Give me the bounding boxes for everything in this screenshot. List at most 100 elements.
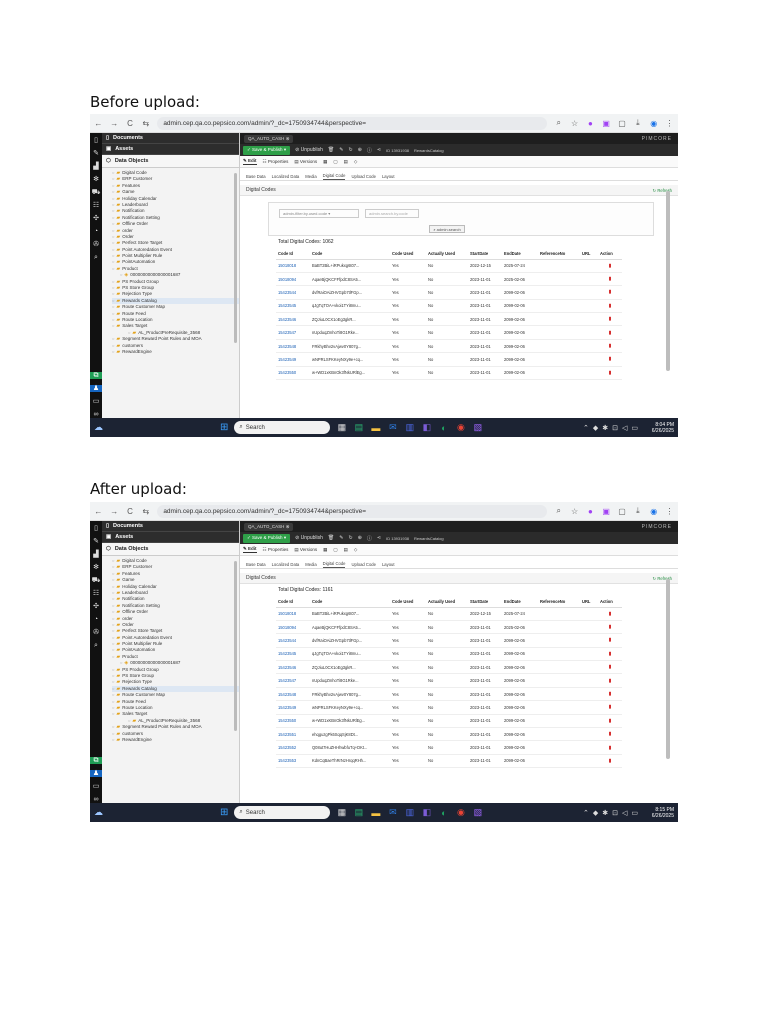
- column-header[interactable]: Code: [310, 596, 390, 608]
- delete-row-icon[interactable]: ▮: [598, 700, 622, 715]
- print-icon[interactable]: ▤: [344, 159, 348, 165]
- tab-upload-code[interactable]: Upload Code: [351, 562, 375, 568]
- browser-menu-icon[interactable]: ⋮: [665, 507, 674, 516]
- expand-icon[interactable]: ○: [112, 654, 114, 660]
- tab-digital-code[interactable]: Digital Code: [322, 561, 346, 568]
- expand-icon[interactable]: ○: [112, 349, 114, 355]
- file-icon[interactable]: ▯: [94, 525, 98, 532]
- tab-edit[interactable]: ✎ Edit: [243, 546, 257, 553]
- extension-icon[interactable]: ●: [586, 507, 595, 516]
- weather-icon[interactable]: ☁: [94, 807, 108, 818]
- code-id-link[interactable]: 15423548: [276, 687, 310, 702]
- tray-chevron-icon[interactable]: ⌃: [583, 424, 589, 432]
- column-header[interactable]: URL: [580, 596, 598, 608]
- tree-scrollbar[interactable]: [234, 173, 237, 343]
- taskbar-search[interactable]: ⌕ Search: [234, 806, 331, 819]
- teams-icon[interactable]: ◧: [421, 422, 432, 433]
- tab-digital-code[interactable]: Digital Code: [322, 173, 346, 180]
- code-id-link[interactable]: 15423547: [276, 325, 310, 340]
- taskbar-search[interactable]: ⌕ Search: [234, 421, 331, 434]
- tray-bluetooth-icon[interactable]: ✱: [602, 809, 608, 817]
- marketing-icon[interactable]: ▟: [93, 551, 98, 558]
- task-view-icon[interactable]: ▦: [336, 807, 347, 818]
- tree-item[interactable]: ○ ▰ RewardEngine: [112, 349, 239, 355]
- zoom-icon[interactable]: ⌕: [554, 118, 563, 128]
- code-id-link[interactable]: 15018094: [276, 620, 310, 635]
- code-id-link[interactable]: 15423549: [276, 352, 310, 367]
- ecommerce-icon[interactable]: ⛟: [92, 577, 101, 584]
- info-icon[interactable]: ⓘ: [367, 147, 372, 154]
- outlook-icon[interactable]: ✉: [387, 807, 398, 818]
- delete-row-icon[interactable]: ▮: [598, 325, 622, 340]
- cast-icon[interactable]: ▣: [602, 507, 611, 516]
- code-id-link[interactable]: 15423553: [276, 754, 310, 769]
- column-header[interactable]: ReferenceNo: [538, 596, 580, 608]
- settings-icon[interactable]: ✻: [93, 564, 99, 571]
- display-icon[interactable]: ▭: [93, 398, 100, 405]
- column-header[interactable]: Code Used: [390, 248, 426, 260]
- outlook-icon[interactable]: ✉: [387, 422, 398, 433]
- tab-media[interactable]: Media: [305, 174, 316, 180]
- calendar-icon[interactable]: ▦: [323, 159, 327, 165]
- search-icon[interactable]: ⌕: [94, 254, 98, 261]
- status-icon[interactable]: ⧉: [90, 372, 102, 379]
- delete-icon[interactable]: 🗑: [328, 535, 334, 541]
- column-header[interactable]: StartDate: [468, 248, 502, 260]
- delete-row-icon[interactable]: ▮: [598, 352, 622, 367]
- address-bar[interactable]: admin.cep.qa.co.pepsico.com/admin/?_dc=1…: [157, 504, 548, 518]
- excel-icon[interactable]: ▤: [353, 807, 364, 818]
- expand-icon[interactable]: ○: [112, 711, 114, 717]
- delete-row-icon[interactable]: ▮: [598, 620, 622, 635]
- reload-object-icon[interactable]: ↻: [348, 147, 352, 153]
- object-tab[interactable]: QA_AUTO_CASH ⊗: [244, 522, 294, 531]
- tab-localized-data[interactable]: Localized Data: [272, 562, 300, 568]
- expand-icon[interactable]: ○: [112, 266, 114, 272]
- data-objects-header[interactable]: ⬡ Data Objects: [102, 155, 239, 168]
- tools-icon[interactable]: ✎: [93, 150, 99, 157]
- windows-start-icon[interactable]: ⊞: [220, 807, 228, 818]
- note-icon[interactable]: ▢: [333, 159, 337, 165]
- cast-icon[interactable]: ▣: [602, 119, 611, 128]
- tab-media[interactable]: Media: [305, 562, 316, 568]
- tray-network-icon[interactable]: ⊡: [612, 809, 618, 817]
- teams-icon[interactable]: ◧: [421, 807, 432, 818]
- edge-icon[interactable]: ◐: [438, 808, 449, 818]
- weather-icon[interactable]: ☁: [94, 422, 108, 433]
- save-publish-button[interactable]: ✓ Save & Publish ▾: [243, 533, 291, 543]
- assets-header[interactable]: ▣ Assets: [102, 532, 239, 543]
- delete-row-icon[interactable]: ▮: [598, 607, 622, 621]
- delete-row-icon[interactable]: ▮: [598, 272, 622, 287]
- tab-base-data[interactable]: Base Data: [246, 174, 266, 180]
- code-id-link[interactable]: 15423550: [276, 714, 310, 729]
- column-header[interactable]: Actually Used: [426, 596, 468, 608]
- taskbar-clock[interactable]: 8:15 PM 6/26/2025: [642, 807, 674, 819]
- column-header[interactable]: EndDate: [502, 248, 538, 260]
- excel-icon[interactable]: ▤: [353, 422, 364, 433]
- windows-start-icon[interactable]: ⊞: [220, 422, 228, 433]
- tree-item[interactable]: ○ ▰ RewardEngine: [112, 737, 239, 743]
- panel-scrollbar[interactable]: [666, 579, 670, 759]
- code-id-link[interactable]: 15018018: [276, 259, 310, 273]
- delete-row-icon[interactable]: ▮: [598, 633, 622, 648]
- tab-localized-data[interactable]: Localized Data: [272, 174, 300, 180]
- code-id-link[interactable]: 15018018: [276, 607, 310, 621]
- reload-object-icon[interactable]: ↻: [348, 535, 352, 541]
- documents-header[interactable]: ▯ Documents: [102, 521, 239, 532]
- site-settings-icon[interactable]: ⇆: [141, 507, 150, 516]
- delete-row-icon[interactable]: ▮: [598, 366, 622, 381]
- word-icon[interactable]: ▥: [404, 422, 415, 433]
- tab-base-data[interactable]: Base Data: [246, 562, 266, 568]
- unpublish-button[interactable]: ⊘ Unpublish: [295, 535, 323, 541]
- code-id-link[interactable]: 15423552: [276, 740, 310, 755]
- code-id-link[interactable]: 15423546: [276, 312, 310, 327]
- expand-icon[interactable]: ○: [112, 323, 114, 329]
- task-view-icon[interactable]: ▦: [336, 422, 347, 433]
- search-icon[interactable]: ⌕: [94, 642, 98, 649]
- note-icon[interactable]: ▢: [333, 547, 337, 553]
- share-icon[interactable]: ⋖: [377, 147, 381, 153]
- user-icon[interactable]: ♟: [90, 385, 102, 392]
- delete-row-icon[interactable]: ▮: [598, 727, 622, 742]
- rename-icon[interactable]: ✎: [339, 535, 343, 541]
- documents-header[interactable]: ▯ Documents: [102, 133, 239, 144]
- code-id-link[interactable]: 15423547: [276, 673, 310, 688]
